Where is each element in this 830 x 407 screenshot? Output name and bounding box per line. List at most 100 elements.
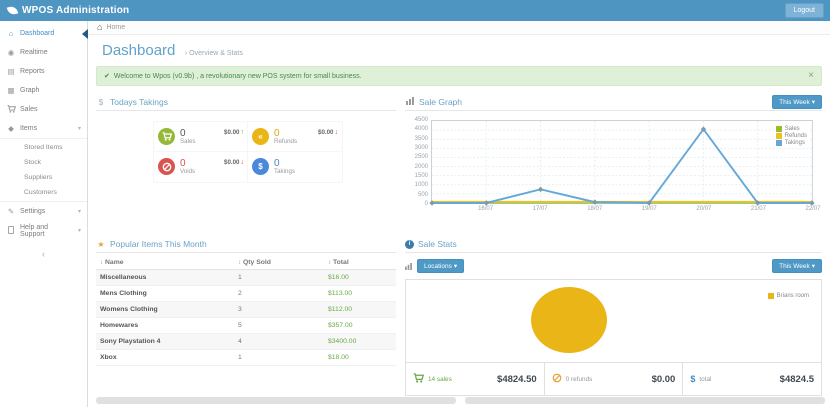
- popular-items-panel: ★ Popular Items This Month ↕Name ↕Qty So…: [96, 236, 396, 366]
- caret-down-icon: ▾: [812, 262, 815, 270]
- panel-title: Popular Items This Month: [110, 239, 207, 249]
- column-header-name[interactable]: ↕Name: [96, 256, 234, 270]
- table-row[interactable]: Homewares 5 $357.00: [96, 318, 396, 334]
- bar-chart-icon: [405, 97, 415, 107]
- column-header-total[interactable]: ↕Total: [324, 256, 396, 270]
- dollar-icon: $: [96, 98, 106, 107]
- item-name: Xbox: [96, 350, 234, 366]
- table-row[interactable]: Xbox 1 $18.00: [96, 350, 396, 366]
- sidebar-item-sales[interactable]: Sales: [0, 100, 87, 119]
- locations-dropdown-button[interactable]: Locations▾: [417, 259, 464, 273]
- ban-icon: [552, 370, 562, 388]
- star-icon: ★: [96, 240, 106, 249]
- pencil-icon: ✎: [6, 207, 16, 216]
- pie-chart: [531, 287, 607, 353]
- sale-stats-summary: 14 sales $4824.50 0 refunds $0.00 $ tota…: [405, 363, 822, 396]
- sidebar-subitem-customers[interactable]: Customers: [0, 185, 87, 200]
- table-row[interactable]: Sony Playstation 4 4 $3400.00: [96, 334, 396, 350]
- breadcrumb[interactable]: ⌂ Home: [88, 21, 830, 35]
- sidebar-item-realtime[interactable]: ◉ Realtime: [0, 43, 87, 62]
- item-qty: 3: [234, 302, 324, 318]
- legend-label: Takings: [785, 140, 805, 146]
- stat-tile-takings: $ 0Takings: [248, 152, 342, 182]
- popular-items-header: ★ Popular Items This Month: [96, 236, 396, 253]
- refunds-label: Refunds: [274, 139, 297, 146]
- summary-total-value: $4824.5: [780, 374, 814, 385]
- check-icon: ✔: [104, 72, 110, 80]
- sidebar-subitem-stock[interactable]: Stock: [0, 155, 87, 170]
- dashboard-columns: $ Todays Takings 0Sales $0.00↑ « 0Refund…: [88, 94, 830, 405]
- summary-refunds: 0 refunds $0.00: [544, 363, 683, 395]
- sidebar-item-help-and-support[interactable]: Help and Support ▾: [0, 221, 87, 240]
- takings-tiles: 0Sales $0.00↑ « 0Refunds $0.00↓ 0Voids $…: [154, 122, 342, 182]
- caret-down-icon: ▾: [454, 262, 457, 270]
- sidebar-item-label: Items: [20, 125, 37, 132]
- panel-title: Sale Stats: [418, 239, 457, 249]
- table-row[interactable]: Miscellaneous 1 $16.00: [96, 270, 396, 286]
- sort-icon: ↕: [328, 260, 331, 266]
- sidebar-item-reports[interactable]: ▤ Reports: [0, 62, 87, 81]
- arrow-down-icon: ↓: [335, 129, 339, 136]
- sale-stats-header: i Sale Stats: [405, 236, 822, 253]
- sale-stats-panel: i Sale Stats Locations▾ This Week▾: [405, 236, 822, 396]
- right-column: Sale Graph This Week▾ 450040003500300025…: [405, 94, 822, 405]
- page-header: Dashboard › Overview & Stats: [88, 35, 830, 63]
- column-header-qty-sold[interactable]: ↕Qty Sold: [234, 256, 324, 270]
- home-icon: ⌂: [6, 29, 16, 38]
- bar-chart-icon: [405, 257, 412, 275]
- sidebar-item-dashboard[interactable]: ⌂ Dashboard: [0, 24, 87, 43]
- summary-sales-label: 14 sales: [428, 376, 452, 383]
- popular-items-table: ↕Name ↕Qty Sold ↕Total Miscellaneous 1 $…: [96, 256, 396, 366]
- panel-title: Sale Graph: [419, 97, 462, 107]
- eye-icon: ◉: [6, 48, 16, 57]
- left-column: $ Todays Takings 0Sales $0.00↑ « 0Refund…: [96, 94, 396, 375]
- page-title: Dashboard: [102, 42, 175, 59]
- alert-close-icon[interactable]: ×: [808, 71, 814, 81]
- item-total: $113.00: [324, 286, 396, 302]
- document-icon: [6, 226, 16, 236]
- chevron-down-icon: ▾: [78, 208, 81, 215]
- sidebar-item-label: Realtime: [20, 49, 48, 56]
- sidebar-item-settings[interactable]: ✎ Settings ▾: [0, 202, 87, 221]
- graph-range-button[interactable]: This Week▾: [772, 95, 822, 109]
- sidebar-subitem-stored-items[interactable]: Stored Items: [0, 140, 87, 155]
- legend-label: Brians room: [777, 293, 809, 299]
- todays-takings-panel: $ Todays Takings 0Sales $0.00↑ « 0Refund…: [96, 94, 396, 227]
- item-total: $112.00: [324, 302, 396, 318]
- legend-swatch-location: [768, 293, 774, 299]
- stat-tile-voids: 0Voids $0.00↓: [154, 152, 248, 182]
- legend-swatch-refunds: [776, 133, 782, 139]
- table-row[interactable]: Womens Clothing 3 $112.00: [96, 302, 396, 318]
- home-icon: ⌂: [97, 23, 102, 32]
- item-qty: 1: [234, 270, 324, 286]
- sidebar-item-items[interactable]: ◆ Items ▾: [0, 119, 87, 138]
- item-name: Womens Clothing: [96, 302, 234, 318]
- legend-swatch-sales: [776, 126, 782, 132]
- sales-label: Sales: [180, 139, 195, 146]
- sidebar-subitem-suppliers[interactable]: Suppliers: [0, 170, 87, 185]
- sidebar-item-label: Graph: [20, 87, 39, 94]
- stats-range-button[interactable]: This Week▾: [772, 259, 822, 273]
- sidebar-item-label: Help and Support: [20, 224, 74, 238]
- caret-down-icon: ▾: [812, 98, 815, 106]
- sale-graph-panel: Sale Graph This Week▾ 450040003500300025…: [405, 94, 822, 227]
- item-total: $18.00: [324, 350, 396, 366]
- cart-icon: [158, 128, 175, 145]
- refund-back-icon: «: [252, 128, 269, 145]
- sidebar-item-graph[interactable]: ▦ Graph: [0, 81, 87, 100]
- item-qty: 2: [234, 286, 324, 302]
- table-row[interactable]: Mens Clothing 2 $113.00: [96, 286, 396, 302]
- sort-icon: ↕: [100, 260, 103, 266]
- report-table-icon: ▤: [6, 67, 16, 76]
- item-total: $357.00: [324, 318, 396, 334]
- sidebar-collapse-button[interactable]: ‹: [35, 249, 53, 259]
- breadcrumb-home-label: Home: [106, 24, 125, 31]
- sidebar-item-label: Reports: [20, 68, 45, 75]
- arrow-up-icon: ↑: [241, 129, 245, 136]
- app-title: WPOS Administration: [22, 5, 129, 16]
- logout-button[interactable]: Logout: [785, 3, 824, 18]
- item-name: Miscellaneous: [96, 270, 234, 286]
- footer-panel-stub: [96, 397, 456, 404]
- chevron-down-icon: ▾: [78, 227, 81, 234]
- sale-graph-header: Sale Graph This Week▾: [405, 94, 822, 111]
